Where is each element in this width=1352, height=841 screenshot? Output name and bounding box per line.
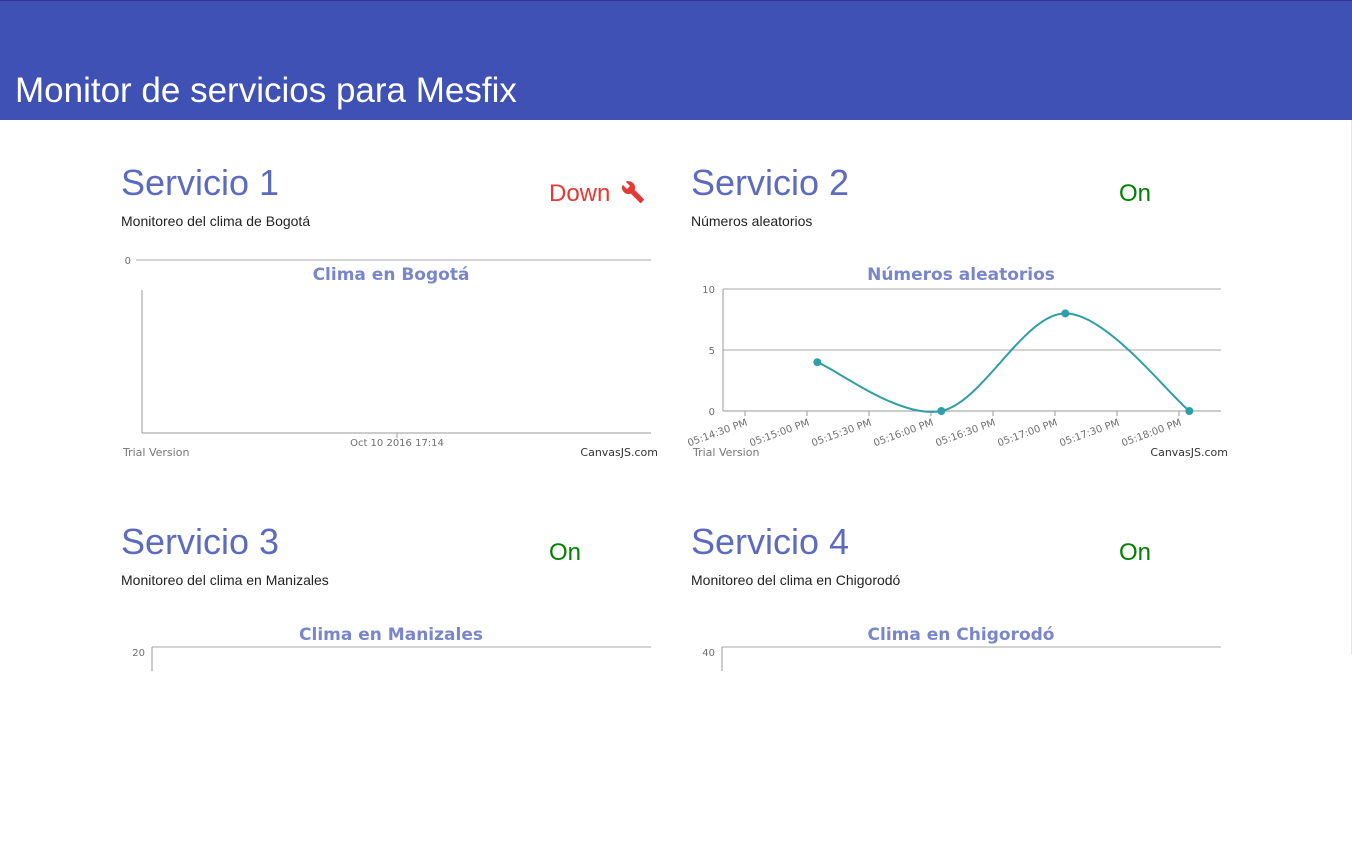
trial-version-text: Trial Version [692, 446, 759, 459]
chart-title: Clima en Chigorodó [868, 625, 1055, 645]
series-line [816, 312, 1190, 413]
service-title: Servicio 1 [121, 162, 280, 203]
app-title: Monitor de servicios para Mesfix [15, 71, 517, 110]
service-card-4: Servicio 4 On Monitoreo del clima en Chi… [691, 521, 1231, 841]
chart-clima-manizales: Clima en Manizales 20 [132, 625, 651, 671]
y-tick-label: 0 [125, 256, 131, 267]
canvasjs-credit[interactable]: CanvasJS.com [1150, 446, 1228, 459]
x-tick-label: 05:18:00 PM [1120, 417, 1183, 449]
status-text: On [549, 539, 582, 566]
y-tick-label: 0 [709, 407, 715, 418]
x-tick-label: 05:15:00 PM [748, 417, 811, 449]
service-description: Monitoreo del clima en Chigorodó [691, 572, 901, 588]
data-point[interactable] [1061, 309, 1070, 318]
data-point[interactable] [813, 358, 822, 367]
service-description: Monitoreo del clima en Manizales [121, 572, 329, 588]
app-header: Monitor de servicios para Mesfix [0, 0, 1352, 120]
service-card-2: Servicio 2 On Números aleatorios Números… [686, 162, 1231, 482]
service-status: On [549, 539, 581, 567]
service-status: Down [549, 180, 645, 211]
service-status: On [1119, 180, 1151, 208]
status-text: On [1119, 539, 1152, 566]
x-tick-label: Oct 10 2016 17:14 [350, 438, 444, 449]
x-tick-label: 05:17:30 PM [1058, 417, 1121, 449]
service-card-3: Servicio 3 On Monitoreo del clima en Man… [121, 521, 661, 841]
x-tick-label: 05:14:30 PM [686, 417, 749, 449]
data-point[interactable] [937, 407, 946, 415]
x-tick-label: 05:17:00 PM [996, 417, 1059, 449]
status-text: Down [549, 180, 611, 207]
y-tick-label: 10 [702, 285, 715, 296]
chart-numeros-aleatorios: Números aleatorios 0510 05:14:30 PM 05:15… [686, 265, 1228, 459]
wrench-icon[interactable] [621, 180, 645, 211]
x-tick-label: 05:16:00 PM [872, 417, 935, 449]
status-text: On [1119, 180, 1152, 207]
chart-title: Clima en Bogotá [313, 265, 470, 285]
data-point[interactable] [1185, 407, 1194, 415]
chart-clima-chigorodo: Clima en Chigorodó 40 [702, 625, 1221, 671]
service-title: Servicio 3 [121, 521, 280, 562]
x-tick-label: 05:15:30 PM [810, 417, 873, 449]
service-card-1: Servicio 1 Down Monitoreo del clima de B… [121, 162, 661, 482]
service-description: Monitoreo del clima de Bogotá [121, 213, 311, 229]
service-description: Números aleatorios [691, 213, 813, 229]
chart-clima-bogota: 0 Clima en Bogotá Oct 10 2016 17:14 Tria… [122, 256, 658, 459]
service-title: Servicio 2 [691, 162, 850, 203]
x-tick-label: 05:16:30 PM [934, 417, 997, 449]
service-title: Servicio 4 [691, 521, 850, 562]
canvasjs-credit[interactable]: CanvasJS.com [580, 446, 658, 459]
chart-title: Números aleatorios [867, 265, 1055, 285]
chart-title: Clima en Manizales [299, 625, 483, 645]
trial-version-text: Trial Version [122, 446, 189, 459]
service-status: On [1119, 539, 1151, 567]
y-tick-label: 5 [709, 346, 715, 357]
